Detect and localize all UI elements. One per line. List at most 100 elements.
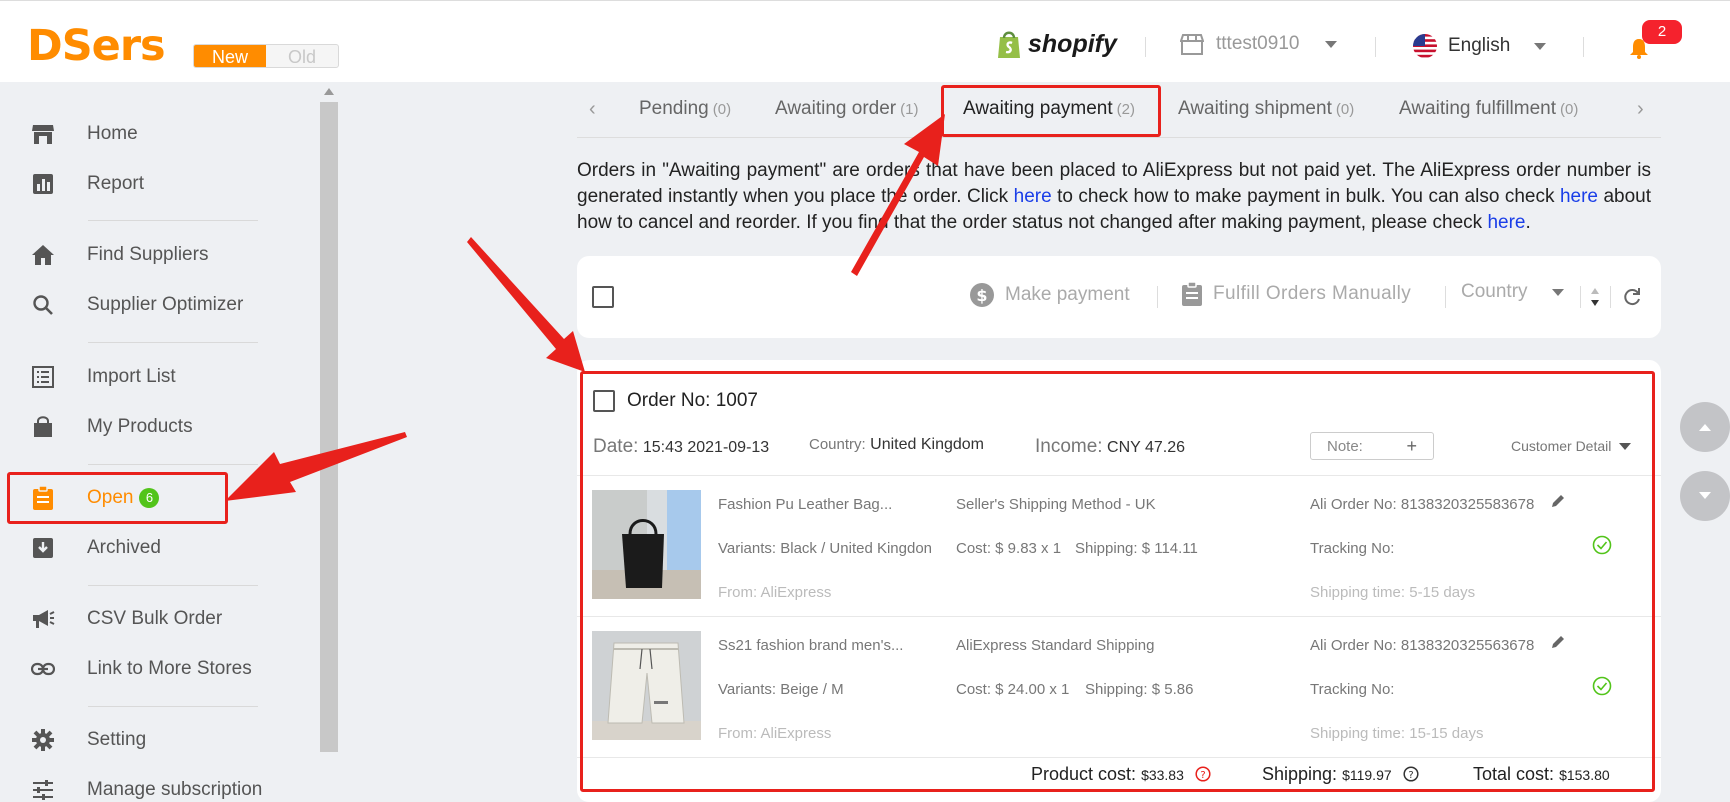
sidebar-item-label: Link to More Stores bbox=[87, 658, 252, 679]
tab-count: (1) bbox=[900, 101, 919, 118]
scroll-up-arrow[interactable] bbox=[324, 88, 334, 95]
tab-label: Awaiting order bbox=[775, 98, 897, 119]
tab-awaiting-fulfillment[interactable]: Awaiting fulfillment (0) bbox=[1399, 98, 1578, 120]
sidebar-item-link-stores[interactable]: Link to More Stores bbox=[30, 651, 252, 687]
link-icon bbox=[30, 656, 56, 682]
select-all-checkbox[interactable] bbox=[592, 286, 614, 308]
sidebar-item-label: My Products bbox=[87, 416, 193, 437]
chevron-down-icon bbox=[1534, 42, 1547, 50]
gear-icon bbox=[30, 727, 56, 753]
top-bar: DSers New Old shopify tttest0910 English… bbox=[0, 0, 1730, 82]
country-filter[interactable]: Country bbox=[1461, 281, 1564, 303]
tab-awaiting-order[interactable]: Awaiting order (1) bbox=[775, 98, 918, 120]
description-text: to check how to make payment in bulk. Yo… bbox=[1051, 186, 1560, 207]
make-payment-label: Make payment bbox=[1005, 284, 1130, 305]
sidebar-item-label: Supplier Optimizer bbox=[87, 294, 244, 315]
sidebar-item-label: CSV Bulk Order bbox=[87, 608, 223, 629]
sliders-icon bbox=[30, 777, 56, 802]
language-selector[interactable]: English bbox=[1412, 33, 1547, 59]
tab-count: (0) bbox=[1560, 101, 1579, 118]
sidebar-item-find-suppliers[interactable]: Find Suppliers bbox=[30, 237, 208, 273]
header-divider bbox=[1145, 37, 1146, 57]
highlight-box-order bbox=[580, 371, 1655, 792]
sidebar-item-label: Setting bbox=[87, 729, 147, 750]
sidebar-item-csv-bulk-order[interactable]: CSV Bulk Order bbox=[30, 601, 222, 637]
action-divider bbox=[1445, 286, 1446, 308]
megaphone-icon bbox=[30, 606, 56, 632]
make-payment-button[interactable]: $ Make payment bbox=[969, 282, 1130, 308]
search-icon bbox=[30, 292, 56, 318]
sidebar-item-label: Find Suppliers bbox=[87, 244, 209, 265]
store-icon bbox=[1180, 34, 1204, 55]
store-selector[interactable]: tttest0910 bbox=[1180, 33, 1338, 55]
us-flag-icon bbox=[1413, 34, 1437, 58]
store-name: tttest0910 bbox=[1216, 33, 1300, 54]
chevron-down-icon bbox=[1699, 492, 1711, 499]
house-icon bbox=[30, 242, 56, 268]
sidebar-item-manage-subscription[interactable]: Manage subscription bbox=[30, 772, 262, 802]
highlight-box-tab bbox=[941, 85, 1161, 137]
dollar-icon: $ bbox=[970, 283, 994, 307]
help-link-status[interactable]: here bbox=[1487, 212, 1525, 233]
shopify-platform[interactable]: shopify bbox=[996, 29, 1117, 59]
sidebar-item-setting[interactable]: Setting bbox=[30, 722, 146, 758]
tabs-prev-arrow[interactable]: ‹ bbox=[589, 98, 596, 121]
sort-icon[interactable] bbox=[1589, 286, 1601, 308]
list-icon bbox=[30, 364, 56, 390]
chevron-down-icon bbox=[1551, 288, 1564, 296]
sidebar-item-label: Report bbox=[87, 173, 145, 194]
arrow-to-order bbox=[467, 237, 585, 372]
notification-badge: 2 bbox=[1642, 20, 1682, 44]
tabs-next-arrow[interactable]: › bbox=[1637, 98, 1644, 121]
tab-count: (0) bbox=[712, 101, 732, 118]
action-divider bbox=[1580, 286, 1581, 308]
help-link-cancel-reorder[interactable]: here bbox=[1560, 186, 1598, 207]
order-action-bar: $ Make payment Fulfill Orders Manually C… bbox=[577, 256, 1661, 338]
sidebar-item-archived[interactable]: Archived bbox=[30, 530, 161, 566]
toggle-new[interactable]: New bbox=[194, 45, 266, 67]
sidebar-scrollbar[interactable] bbox=[320, 102, 338, 752]
action-divider bbox=[1157, 286, 1158, 308]
sidebar-item-label: Home bbox=[87, 123, 138, 144]
fulfill-manually-button[interactable]: Fulfill Orders Manually bbox=[1181, 282, 1411, 306]
help-link-bulk-payment[interactable]: here bbox=[1014, 186, 1052, 207]
scroll-to-bottom-button[interactable] bbox=[1680, 471, 1730, 521]
tab-label: Pending bbox=[639, 98, 709, 119]
sidebar-item-report[interactable]: Report bbox=[30, 166, 144, 202]
sidebar-divider bbox=[88, 220, 258, 221]
action-divider bbox=[1610, 286, 1611, 308]
sidebar-item-label: Manage subscription bbox=[87, 779, 263, 800]
header-divider bbox=[1375, 37, 1376, 57]
toggle-old[interactable]: Old bbox=[266, 45, 338, 67]
tab-label: Awaiting fulfillment bbox=[1399, 98, 1557, 119]
fulfill-manually-label: Fulfill Orders Manually bbox=[1213, 283, 1412, 304]
awaiting-payment-description: Orders in "Awaiting payment" are orders … bbox=[577, 158, 1651, 236]
shopify-bag-icon bbox=[998, 31, 1020, 58]
sidebar-item-import-list[interactable]: Import List bbox=[30, 359, 176, 395]
header-divider bbox=[1583, 37, 1584, 57]
tab-label: Awaiting shipment bbox=[1178, 98, 1332, 119]
sidebar-item-my-products[interactable]: My Products bbox=[30, 409, 193, 445]
scroll-to-top-button[interactable] bbox=[1680, 402, 1730, 452]
dsers-logo[interactable]: DSers bbox=[27, 21, 166, 71]
sidebar-item-home[interactable]: Home bbox=[30, 116, 138, 152]
refresh-icon[interactable] bbox=[1622, 287, 1642, 307]
sidebar-item-label: Import List bbox=[87, 366, 176, 387]
chevron-up-icon bbox=[1699, 424, 1711, 431]
sidebar-divider bbox=[88, 706, 258, 707]
version-toggle[interactable]: New Old bbox=[193, 44, 339, 68]
sidebar: Home Report Find Suppliers Supplier Opti… bbox=[0, 82, 338, 802]
tab-awaiting-shipment[interactable]: Awaiting shipment (0) bbox=[1178, 98, 1354, 120]
country-filter-label: Country bbox=[1461, 281, 1528, 302]
sidebar-item-label: Archived bbox=[87, 537, 161, 558]
store-icon bbox=[30, 121, 56, 147]
sidebar-divider bbox=[88, 585, 258, 586]
shopify-wordmark: shopify bbox=[1028, 29, 1117, 58]
svg-text:$: $ bbox=[976, 286, 987, 305]
language-label: English bbox=[1448, 35, 1511, 56]
clipboard-icon bbox=[1182, 282, 1202, 306]
sidebar-item-supplier-optimizer[interactable]: Supplier Optimizer bbox=[30, 287, 243, 323]
highlight-box-open bbox=[7, 472, 228, 524]
tab-pending[interactable]: Pending (0) bbox=[639, 98, 731, 120]
archive-icon bbox=[30, 535, 56, 561]
